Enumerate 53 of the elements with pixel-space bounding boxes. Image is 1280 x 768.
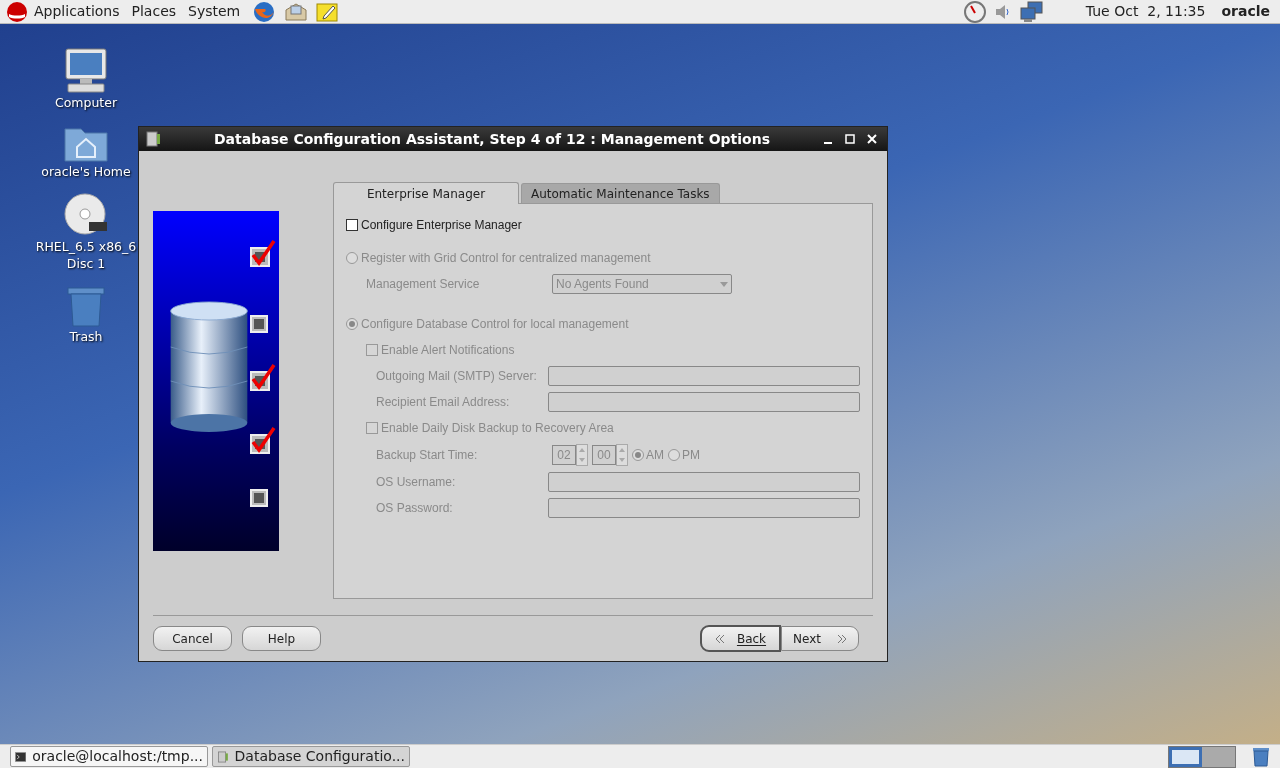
user-name[interactable]: oracle xyxy=(1221,1,1270,22)
menu-item[interactable]: Applications xyxy=(28,1,126,22)
radio-label: AM xyxy=(646,447,664,464)
menu-item[interactable]: Places xyxy=(125,1,183,22)
radio-label: Configure Database Control for local management xyxy=(361,316,629,333)
menu-item[interactable]: System xyxy=(182,1,247,22)
radio-label: Register with Grid Control for centralized management xyxy=(361,250,651,267)
trash-icon[interactable] xyxy=(64,284,108,328)
taskbar-button[interactable]: oracle@localhost:/tmp... xyxy=(10,746,208,767)
chevron-right-icon xyxy=(837,633,847,644)
network-icon[interactable] xyxy=(1019,0,1044,23)
app-icon xyxy=(217,748,229,765)
gauge-icon[interactable] xyxy=(963,0,986,23)
disc-icon[interactable] xyxy=(63,192,109,238)
field-label: OS Username: xyxy=(376,474,457,491)
back-button[interactable]: Back xyxy=(700,625,781,652)
taskbar-button[interactable]: Database Configuratio... xyxy=(212,746,410,767)
clock[interactable]: Tue Oct 2, 11:35 xyxy=(1085,1,1206,22)
tab[interactable]: Enterprise Manager xyxy=(333,182,519,204)
hat-logo-icon[interactable] xyxy=(6,1,28,22)
browser-icon[interactable] xyxy=(252,0,277,23)
field-label: Backup Start Time: xyxy=(376,447,479,464)
computer-icon[interactable] xyxy=(62,46,110,94)
field-label: Management Service xyxy=(366,276,481,293)
checkbox-label: Enable Daily Disk Backup to Recovery Area xyxy=(381,420,614,437)
icon-label: oracle's Home xyxy=(41,163,131,180)
icon-label: Disc 1 xyxy=(66,255,106,272)
icon-label: Computer xyxy=(54,94,118,111)
radio-label: PM xyxy=(682,447,700,464)
close-icon[interactable] xyxy=(867,134,877,144)
window-title: Database Configuration Assistant, Step 4 of 12 : Management Options xyxy=(213,129,771,149)
volume-icon[interactable] xyxy=(993,2,1010,21)
trash-icon[interactable] xyxy=(1252,746,1270,767)
workspace-switcher-item[interactable] xyxy=(1202,746,1235,767)
mail-icon[interactable] xyxy=(284,1,309,22)
dialog-button[interactable]: Cancel xyxy=(153,626,232,651)
dialog-button[interactable]: Help xyxy=(242,626,321,651)
icon-label: RHEL_6.5 x86_6 xyxy=(35,238,137,255)
tab[interactable]: Automatic Maintenance Tasks xyxy=(521,183,720,203)
icon-label: Trash xyxy=(69,328,103,345)
workspace-switcher-item[interactable] xyxy=(1169,746,1202,767)
next-button[interactable]: Next xyxy=(781,626,859,651)
app-icon xyxy=(145,131,161,147)
field-label: Recipient Email Address: xyxy=(376,394,511,411)
field-label: OS Password: xyxy=(376,500,454,517)
field-label: Outgoing Mail (SMTP) Server: xyxy=(376,368,538,385)
chevron-left-icon xyxy=(714,633,725,644)
checkbox-label: Configure Enterprise Manager xyxy=(361,217,522,234)
maximize-icon[interactable] xyxy=(845,134,855,144)
notepad-icon[interactable] xyxy=(316,1,339,22)
dropdown-arrow-icon xyxy=(720,281,728,287)
terminal-icon xyxy=(15,749,27,764)
checkbox-label: Enable Alert Notifications xyxy=(381,342,515,359)
